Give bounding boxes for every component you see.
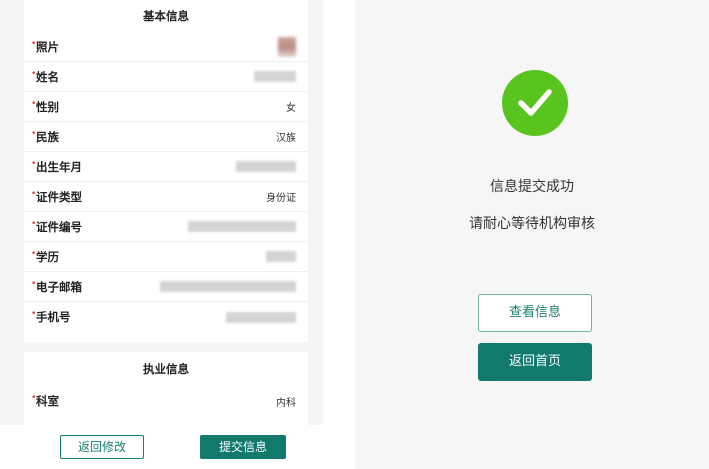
row-id-type: • 证件类型 身份证: [24, 182, 308, 212]
bottom-action-bar: 返回修改 提交信息: [0, 425, 323, 469]
label-gender: 性别: [36, 99, 59, 114]
row-phone: • 手机号: [24, 302, 308, 332]
row-department: • 科室 内科: [24, 386, 308, 416]
practice-info-card: 执业信息 • 科室 内科: [24, 352, 308, 425]
name-value-redacted: [254, 71, 296, 82]
row-email: • 电子邮箱: [24, 272, 308, 302]
required-mark: •: [31, 38, 37, 49]
phone-value-redacted: [226, 311, 296, 323]
required-mark: •: [31, 309, 37, 319]
required-mark: •: [31, 278, 37, 289]
required-mark: •: [31, 128, 37, 139]
success-title: 信息提交成功: [490, 179, 574, 195]
label-name: 姓名: [36, 69, 59, 84]
submit-button[interactable]: 提交信息: [200, 435, 286, 459]
required-mark: •: [31, 98, 37, 109]
required-mark: •: [31, 218, 37, 229]
label-id-type: 证件类型: [36, 189, 82, 204]
id-number-value-redacted: [188, 221, 296, 232]
row-ethnicity: • 民族 汉族: [24, 122, 308, 152]
row-photo: • 照片: [24, 32, 308, 62]
required-mark: •: [31, 393, 37, 403]
ethnicity-value: 汉族: [276, 133, 296, 144]
row-birth: • 出生年月: [24, 152, 308, 182]
gender-value: 女: [286, 103, 296, 114]
avatar[interactable]: [278, 36, 296, 57]
view-info-button[interactable]: 查看信息: [478, 294, 592, 332]
label-email: 电子邮箱: [36, 279, 82, 294]
back-edit-button[interactable]: 返回修改: [60, 435, 144, 459]
birth-value-redacted: [236, 161, 296, 172]
label-id-number: 证件编号: [36, 219, 82, 234]
basic-info-card: 基本信息 • 照片 • 姓名 • 性别 女 • 民族 汉族 • 出生年月 • 证件类型 身份…: [24, 0, 308, 342]
practice-info-title: 执业信息: [143, 362, 189, 376]
success-panel: 信息提交成功 请耐心等待机构审核 查看信息 返回首页: [355, 0, 709, 469]
label-education: 学历: [36, 249, 59, 264]
label-phone: 手机号: [36, 310, 71, 324]
required-mark: •: [31, 68, 37, 79]
label-photo: 照片: [36, 39, 59, 54]
email-value-redacted: [160, 281, 296, 292]
id-type-value: 身份证: [266, 193, 296, 204]
back-home-button[interactable]: 返回首页: [478, 343, 592, 381]
label-ethnicity: 民族: [36, 129, 59, 144]
required-mark: •: [31, 158, 37, 169]
required-mark: •: [31, 188, 37, 199]
row-gender: • 性别 女: [24, 92, 308, 122]
success-subtitle: 请耐心等待机构审核: [469, 216, 595, 232]
required-mark: •: [31, 248, 37, 259]
row-id-number: • 证件编号: [24, 212, 308, 242]
check-icon: [502, 70, 568, 136]
form-panel: 基本信息 • 照片 • 姓名 • 性别 女 • 民族 汉族 • 出生年月 • 证件类型 身份…: [0, 0, 323, 469]
row-name: • 姓名: [24, 62, 308, 92]
label-department: 科室: [36, 394, 59, 408]
row-education: • 学历: [24, 242, 308, 272]
education-value-redacted: [266, 251, 296, 262]
department-value: 内科: [276, 397, 296, 409]
basic-info-title: 基本信息: [143, 9, 189, 23]
label-birth: 出生年月: [36, 159, 82, 174]
